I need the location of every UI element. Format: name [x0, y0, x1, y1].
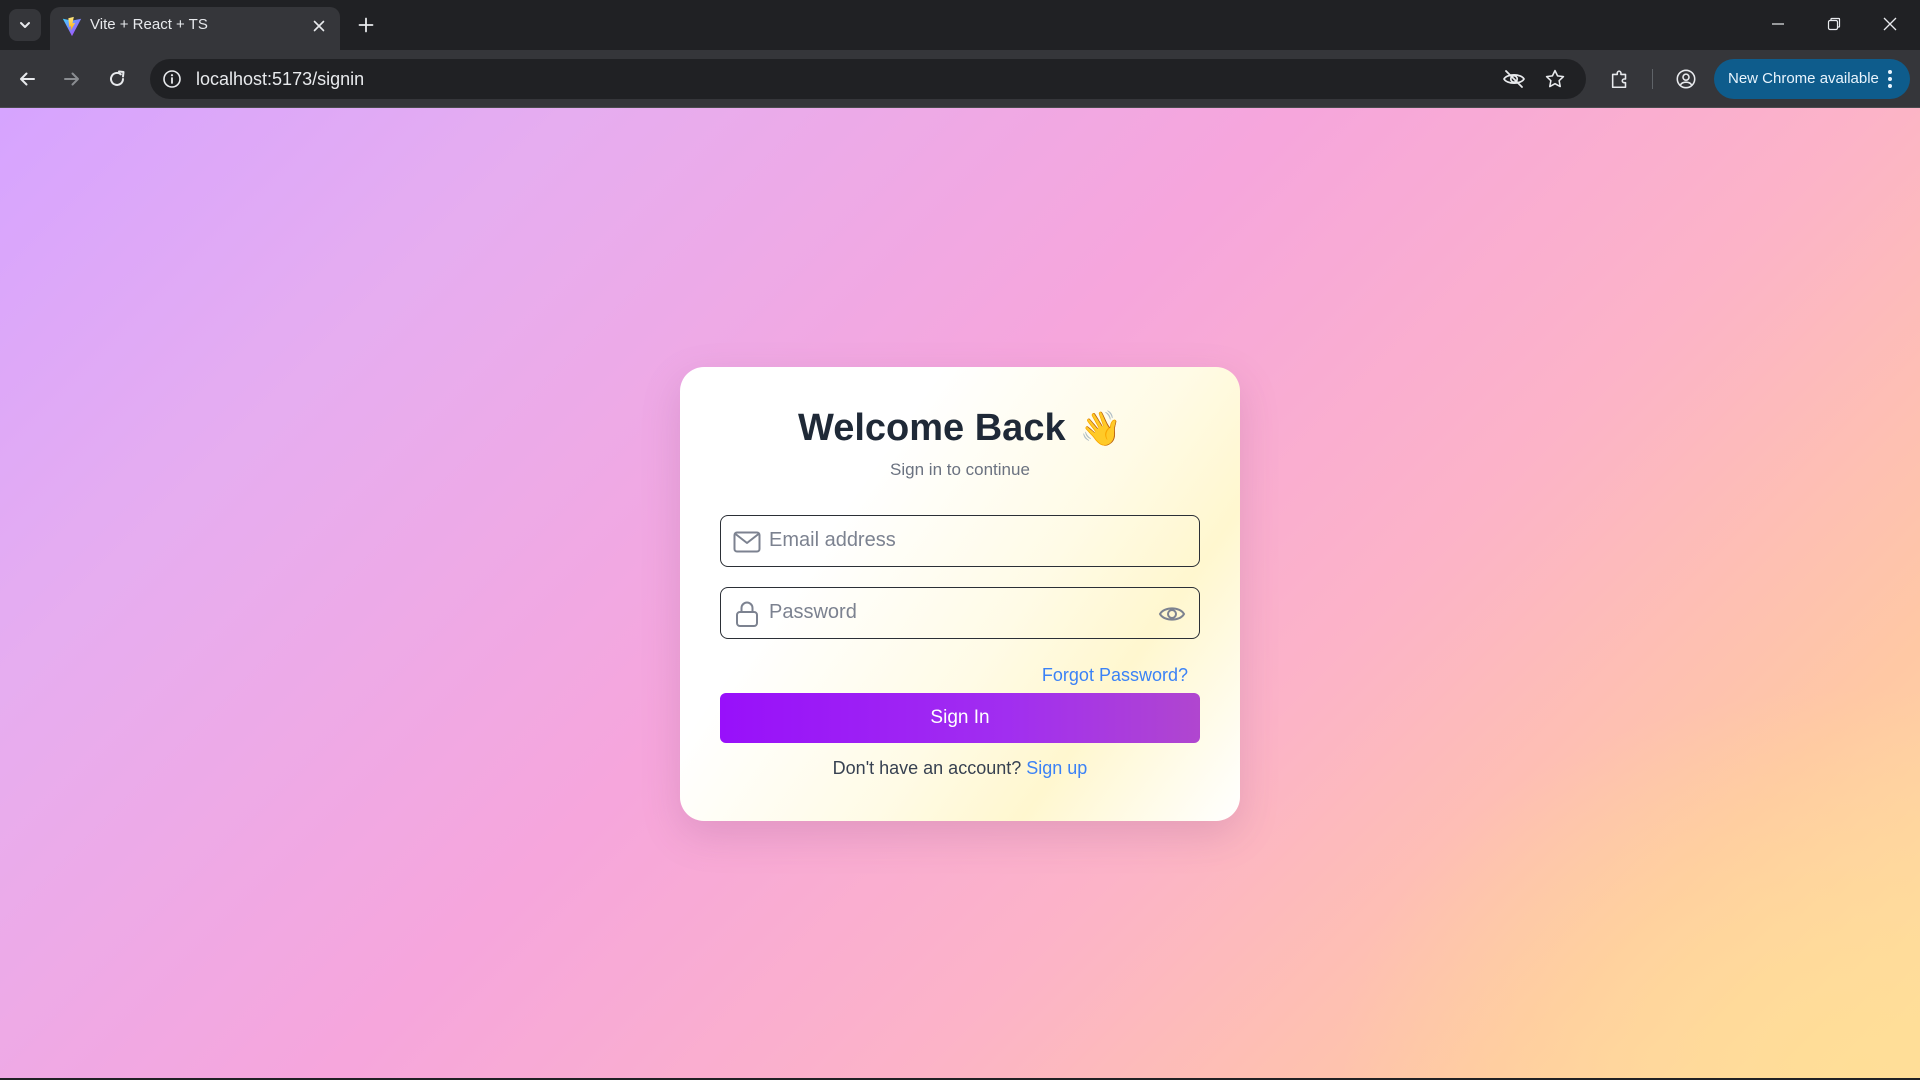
show-password-toggle[interactable]	[1157, 600, 1187, 628]
sign-up-link[interactable]: Sign up	[1026, 758, 1087, 778]
reload-button[interactable]	[99, 61, 135, 97]
profile-button[interactable]	[1672, 65, 1700, 93]
tab-strip: Vite + React + TS	[0, 0, 1920, 50]
page-viewport: Welcome Back 👋 Sign in to continue Forgot…	[0, 108, 1920, 1078]
restore-button[interactable]	[1806, 0, 1862, 48]
eye-off-icon	[1503, 70, 1525, 88]
browser-menu-button[interactable]	[1878, 67, 1902, 91]
email-input[interactable]	[769, 516, 1149, 565]
profile-icon	[1676, 69, 1696, 89]
vite-logo-icon	[62, 16, 82, 37]
info-icon	[163, 70, 181, 88]
page-title: Welcome Back 👋	[680, 407, 1240, 450]
url-text[interactable]: localhost:5173/signin	[196, 59, 364, 99]
tab-search-button[interactable]	[9, 9, 41, 41]
signup-prompt: Don't have an account? Sign up	[680, 758, 1240, 779]
email-field[interactable]	[720, 515, 1200, 567]
forgot-password-link[interactable]: Forgot Password?	[1042, 665, 1188, 686]
forward-arrow-icon	[64, 72, 79, 86]
bookmark-button[interactable]	[1543, 67, 1567, 91]
star-icon	[1545, 69, 1565, 88]
forward-button[interactable]	[54, 61, 90, 97]
tab-close-button[interactable]	[308, 15, 330, 37]
waving-hand-icon: 👋	[1079, 410, 1122, 448]
minimize-icon	[1772, 23, 1784, 25]
back-button[interactable]	[9, 61, 45, 97]
back-arrow-icon	[20, 72, 35, 86]
password-input[interactable]	[769, 588, 1149, 637]
plus-icon	[358, 17, 374, 33]
signin-card: Welcome Back 👋 Sign in to continue Forgot…	[680, 367, 1240, 821]
close-icon	[313, 20, 325, 32]
update-chip-label: New Chrome available	[1728, 70, 1879, 87]
new-chrome-available-button[interactable]: New Chrome available	[1714, 59, 1910, 99]
new-tab-button[interactable]	[352, 11, 380, 39]
chevron-down-icon	[20, 22, 30, 28]
extensions-button[interactable]	[1606, 65, 1634, 93]
mail-icon	[733, 528, 761, 556]
tab-title: Vite + React + TS	[90, 16, 208, 33]
lock-icon	[733, 600, 761, 628]
restore-icon	[1827, 17, 1841, 31]
browser-toolbar: localhost:5173/signin New Chrome availab…	[0, 50, 1920, 108]
site-info-button[interactable]	[160, 67, 184, 91]
signup-prompt-text: Don't have an account?	[832, 758, 1022, 778]
password-field[interactable]	[720, 587, 1200, 639]
kebab-menu-icon	[1888, 70, 1892, 88]
eye-icon	[1158, 607, 1186, 621]
extensions-icon	[1611, 70, 1627, 89]
title-text: Welcome Back	[798, 407, 1066, 449]
address-bar[interactable]: localhost:5173/signin	[150, 59, 1586, 99]
close-icon	[1883, 17, 1897, 31]
minimize-button[interactable]	[1750, 0, 1806, 48]
reload-icon	[110, 70, 125, 86]
page-subtitle: Sign in to continue	[890, 460, 1030, 479]
browser-tab[interactable]: Vite + React + TS	[50, 7, 340, 50]
close-window-button[interactable]	[1862, 0, 1918, 48]
tracking-protection-button[interactable]	[1502, 67, 1526, 91]
toolbar-separator	[1652, 69, 1653, 89]
sign-in-button[interactable]: Sign In	[720, 693, 1200, 743]
